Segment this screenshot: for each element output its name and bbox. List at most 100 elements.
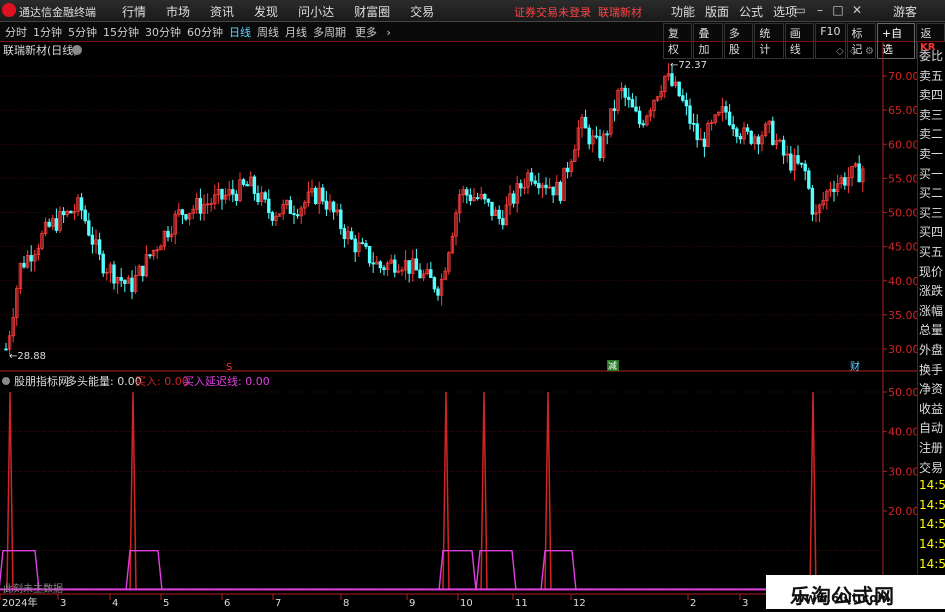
- side-item-3[interactable]: 卖三: [919, 106, 943, 123]
- candle-body: [731, 124, 735, 130]
- tab-weekly[interactable]: 周线: [254, 24, 282, 40]
- candle-body: [688, 105, 692, 124]
- candle-body: [267, 198, 271, 213]
- tab-timeshare[interactable]: 分时: [2, 24, 30, 40]
- candle-body: [378, 261, 383, 269]
- maximize-icon[interactable]: □: [830, 3, 846, 17]
- side-item-0[interactable]: 委比: [919, 47, 943, 64]
- side-item-18[interactable]: 收益: [919, 400, 943, 417]
- side-item-14[interactable]: 总量: [919, 321, 943, 338]
- side-item-13[interactable]: 涨幅: [919, 302, 943, 319]
- menu-item-layout[interactable]: 版面: [700, 3, 734, 20]
- side-item-22[interactable]: 14:56: [919, 478, 945, 492]
- side-item-23[interactable]: 14:56: [919, 498, 945, 512]
- low-price-label: ←28.88: [9, 351, 46, 362]
- time-tick-label: 8: [343, 598, 349, 609]
- candle-body: [735, 128, 739, 137]
- side-item-19[interactable]: 自动: [919, 419, 943, 436]
- tab-multi-period[interactable]: 多周期: [310, 24, 349, 40]
- candle-body: [587, 127, 591, 145]
- candle-body: [245, 184, 249, 187]
- side-item-1[interactable]: 卖五: [919, 67, 943, 84]
- diamond-small-icon[interactable]: ◇: [850, 46, 858, 57]
- candle-body: [418, 269, 422, 279]
- indicator-footnote: 此刻未主数据: [3, 582, 63, 595]
- price-tick-label: 45.00: [888, 241, 917, 254]
- candle-body: [339, 209, 343, 229]
- tab-30min[interactable]: 30分钟: [142, 24, 184, 40]
- candle-body: [857, 163, 861, 183]
- menu-item-discover[interactable]: 发现: [244, 3, 288, 20]
- candle-body: [497, 209, 501, 219]
- candle-body: [407, 260, 411, 274]
- high-price-label: ←72.37: [670, 60, 707, 71]
- side-item-6[interactable]: 买一: [919, 165, 943, 182]
- app-title: 通达信金融终端: [19, 6, 96, 19]
- marker-finance[interactable]: 财: [850, 360, 860, 373]
- price-tick-label: 40.00: [888, 275, 917, 288]
- candle-body: [529, 172, 534, 182]
- restore-icon[interactable]: ▭: [792, 3, 808, 17]
- indicator-buy: 买入: 0.00: [135, 375, 189, 388]
- indicator-tick-label: 40.00: [888, 426, 917, 439]
- candle-body: [670, 73, 674, 86]
- menu-item-ask[interactable]: 问小达: [288, 3, 344, 20]
- menu-item-function[interactable]: 功能: [666, 3, 700, 20]
- kline-chart[interactable]: 70.00 65.00 60.00 55.00 50.00 45.00 40.00 35.00…: [0, 42, 917, 612]
- settings-icon[interactable]: ⚙: [865, 46, 874, 57]
- tab-15min[interactable]: 15分钟: [100, 24, 142, 40]
- menu-item-wealth[interactable]: 财富圈: [344, 3, 400, 20]
- side-item-16[interactable]: 换手: [919, 361, 943, 378]
- login-status[interactable]: 证券交易未登录 联瑞新材: [514, 4, 642, 20]
- chart-options-icon[interactable]: [72, 45, 82, 55]
- side-item-8[interactable]: 买三: [919, 204, 943, 221]
- side-item-21[interactable]: 交易: [919, 459, 943, 476]
- tab-monthly[interactable]: 月线: [282, 24, 310, 40]
- menu-item-news[interactable]: 资讯: [200, 3, 244, 20]
- side-item-17[interactable]: 净资: [919, 380, 943, 397]
- side-item-24[interactable]: 14:56: [919, 517, 945, 531]
- side-item-12[interactable]: 涨跌: [919, 282, 943, 299]
- diamond-icon[interactable]: ◇: [836, 46, 844, 57]
- candle-body: [234, 193, 239, 201]
- indicator-lines: [0, 391, 883, 591]
- side-item-11[interactable]: 现价: [919, 263, 943, 280]
- side-item-9[interactable]: 买四: [919, 223, 943, 240]
- candle-body: [843, 177, 847, 186]
- menu-item-trade[interactable]: 交易: [400, 3, 444, 20]
- buy-delay-plateau: [438, 549, 477, 591]
- tab-more[interactable]: 更多 ›: [349, 24, 397, 40]
- candle-body: [468, 194, 473, 201]
- menu-item-quotes[interactable]: 行情: [112, 3, 156, 20]
- tab-60min[interactable]: 60分钟: [184, 24, 226, 40]
- side-item-4[interactable]: 卖二: [919, 125, 943, 142]
- side-item-5[interactable]: 卖一: [919, 145, 943, 162]
- close-icon[interactable]: ✕: [849, 3, 865, 17]
- indicator-options-icon[interactable]: [2, 377, 10, 385]
- marker-s[interactable]: S: [226, 362, 232, 373]
- minimize-icon[interactable]: –: [812, 3, 828, 17]
- menu-item-formula[interactable]: 公式: [734, 3, 768, 20]
- side-item-15[interactable]: 外盘: [919, 341, 943, 358]
- guest-label[interactable]: 游客: [893, 3, 917, 20]
- tab-daily[interactable]: 日线: [226, 24, 254, 40]
- candle-body: [130, 277, 134, 292]
- side-item-7[interactable]: 买二: [919, 184, 943, 201]
- candle-body: [220, 188, 224, 200]
- side-item-26[interactable]: 14:56: [919, 557, 945, 571]
- grid-lines: [0, 75, 883, 591]
- side-item-10[interactable]: 买五: [919, 243, 943, 260]
- side-item-2[interactable]: 卖四: [919, 86, 943, 103]
- buy-signal-spike: [6, 391, 14, 591]
- candle-body: [29, 255, 33, 262]
- side-item-20[interactable]: 注册: [919, 439, 943, 456]
- side-item-25[interactable]: 14:56: [919, 537, 945, 551]
- tab-1min[interactable]: 1分钟: [30, 24, 65, 40]
- account-name: 联瑞新材: [598, 6, 642, 19]
- candle-body: [630, 99, 635, 108]
- title-bar: 通达信金融终端 行情 市场 资讯 发现 问小达 财富圈 交易 证券交易未登录 联…: [0, 0, 945, 22]
- tab-5min[interactable]: 5分钟: [65, 24, 100, 40]
- menu-item-market[interactable]: 市场: [156, 3, 200, 20]
- candle-body: [612, 108, 617, 112]
- candle-body: [511, 193, 516, 204]
